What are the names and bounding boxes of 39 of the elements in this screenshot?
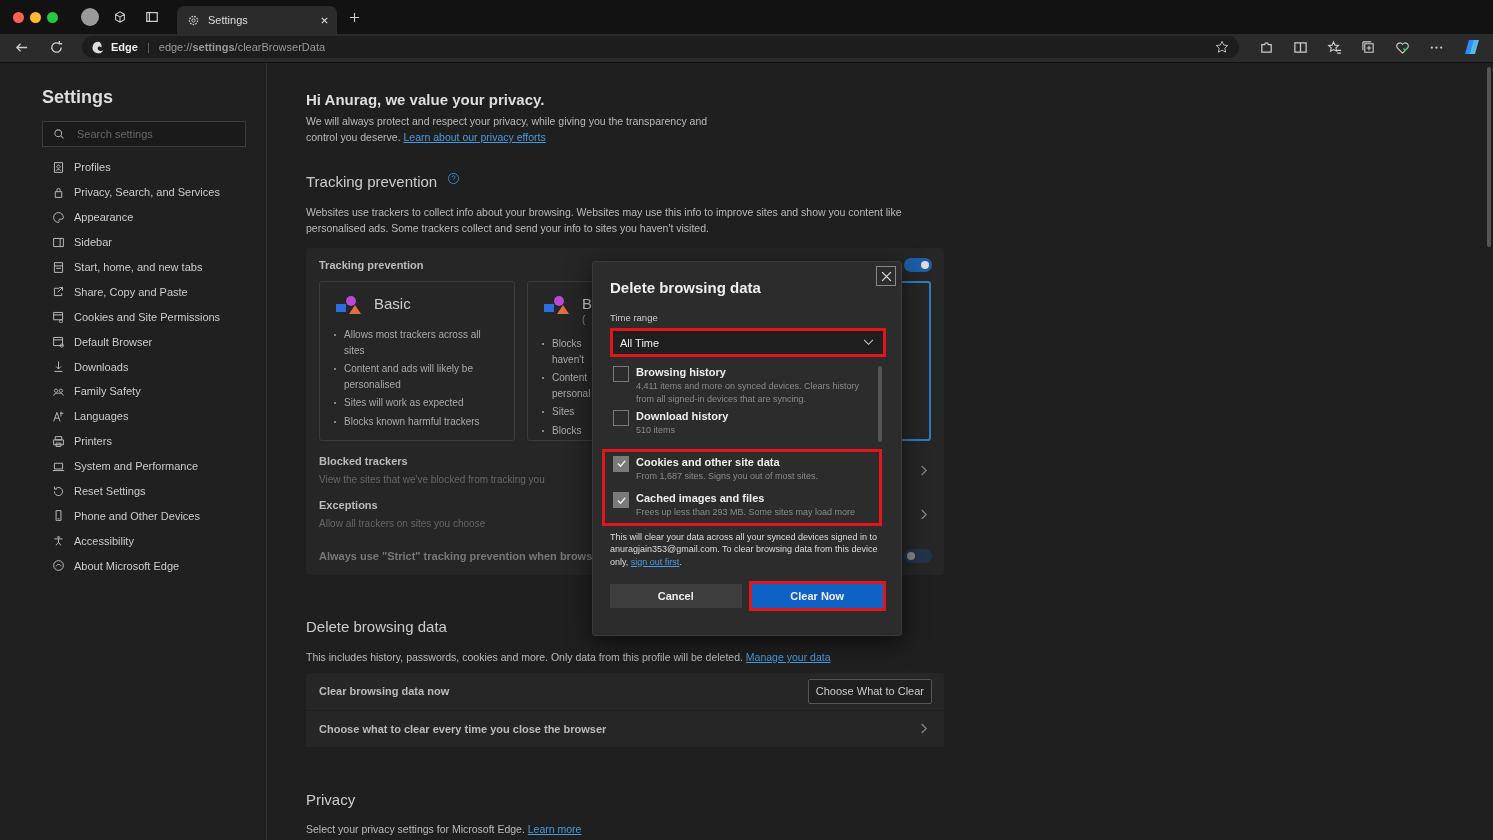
section-heading: Delete browsing data: [306, 618, 448, 635]
row-subtitle: Allow all trackers on sites you choose: [319, 518, 486, 529]
intro-text: We will always protect and respect your privacy, while giving you the transparency and control you deserve. Learn about our privacy efforts: [306, 114, 709, 145]
bullet-text: Sites will work as expected: [344, 396, 464, 410]
bullet-text: Blocks haven't: [552, 337, 584, 367]
row-subtitle: View the sites that we've blocked from tracking you: [319, 474, 545, 485]
bullet-text: Sites: [552, 405, 575, 419]
option-title: Download history: [636, 410, 729, 422]
option-title: Cached images and files: [636, 492, 766, 504]
greeting-heading: Hi Anurag, we value your privacy.: [306, 91, 546, 108]
card-title: Basic: [374, 294, 411, 314]
url-text: edge://settings/clearBrowserData: [158, 41, 327, 53]
card-subtitle: (: [582, 314, 587, 325]
site-label: Edge: [111, 41, 138, 53]
bullet-text: Allows most trackers across all sites: [344, 328, 482, 358]
option-description: 510 items: [636, 424, 677, 437]
settings-title: Settings: [42, 87, 114, 108]
panel-title: Tracking prevention: [319, 259, 424, 271]
privacy-description: Select your privacy settings for Microsoft Edge. Learn more: [306, 822, 583, 837]
option-title: Cookies and other site data: [636, 455, 781, 468]
field-label: Time range: [610, 312, 659, 323]
option-title: Browsing history: [636, 366, 727, 378]
card-title: B: [582, 294, 592, 314]
sync-note: This will clear your data across all your synced devices signed in to anuragjain353@gmail.com. To clear browsing data from this device only, sign out first.: [610, 530, 879, 568]
delete-description: This includes history, passwords, cookies and more. Only data from this profile will be deleted. Manage your data: [306, 650, 832, 665]
strict-label: Always use "Strict" tracking prevention when brows: [319, 550, 593, 562]
section-heading: Tracking prevention: [306, 173, 438, 190]
option-description: Frees up less than 293 MB. Some sites may load more: [636, 506, 856, 519]
bullet-text: Content and ads will likely be personalised: [344, 362, 474, 392]
bullet-text: Blocks known harmful trackers: [344, 414, 480, 429]
option-description: From 1,687 sites. Signs you out of most sites.: [636, 469, 819, 482]
bullet-text: Content personal: [552, 371, 591, 401]
bullet-text: Blocks: [552, 423, 582, 438]
section-heading: Privacy: [306, 791, 357, 808]
separator: |: [146, 41, 150, 53]
dialog-title: Delete browsing data: [610, 279, 762, 296]
description-text: Websites use trackers to collect info about your browsing. Websites may use this info to improve sites and show you content like personalised ads. Some trackers collect and send your info to sites you haven't visited.: [306, 205, 903, 236]
option-description: 4,411 items and more on synced devices. Clears history from all signed-in devices that are syncing.: [636, 380, 860, 405]
tab-title: Settings: [208, 14, 249, 26]
